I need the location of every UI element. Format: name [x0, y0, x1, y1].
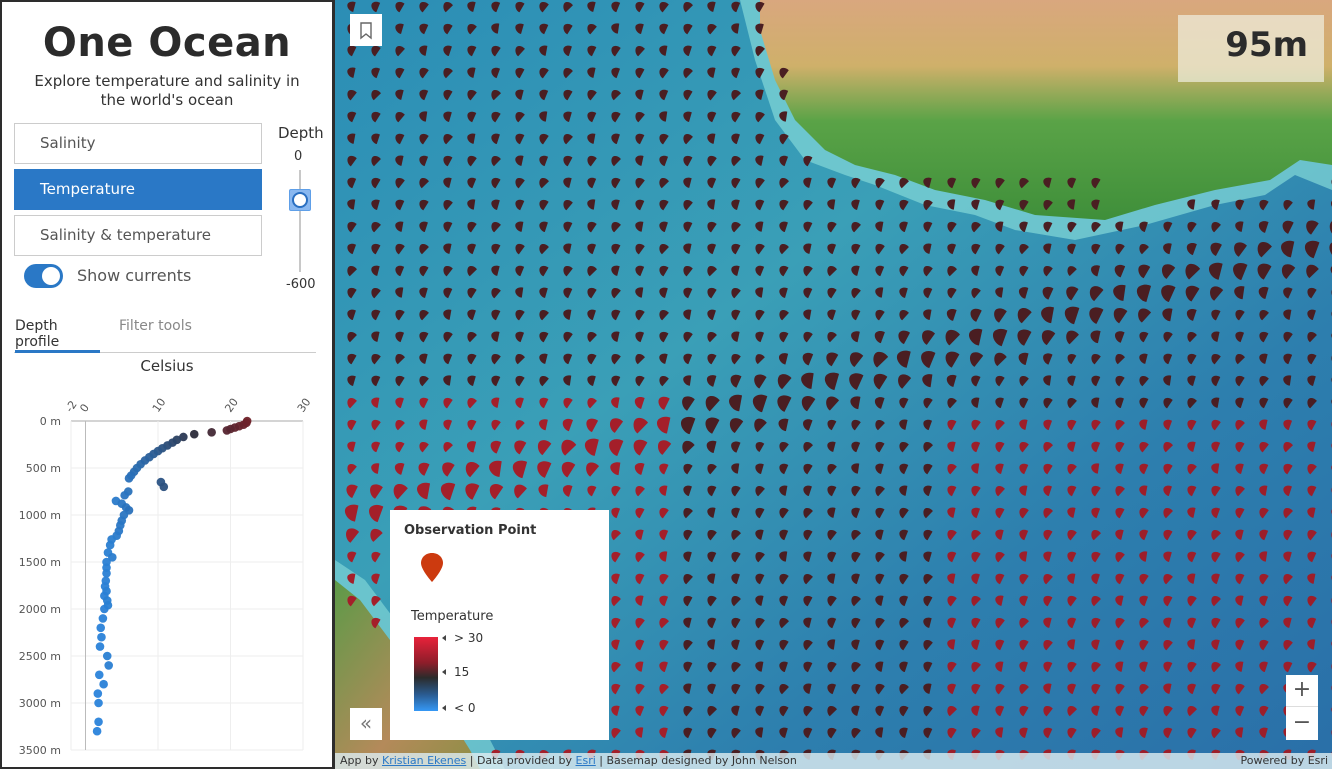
data-point: [99, 679, 108, 689]
panel-tabs: Depth profile Filter tools: [14, 316, 316, 353]
y-tick-label: 3000 m: [19, 697, 61, 710]
x-tick-label: 10: [150, 396, 169, 415]
show-currents-toggle[interactable]: [24, 264, 63, 288]
data-point: [102, 568, 111, 578]
tick-icon: [442, 669, 446, 675]
legend-label-low-text: < 0: [454, 701, 476, 715]
data-point: [93, 689, 103, 698]
plus-icon: +: [1292, 677, 1312, 702]
powered-by-esri: Powered by Esri: [1240, 754, 1328, 767]
depth-readout: 95m: [1178, 15, 1324, 82]
double-chevron-left-icon: «: [359, 711, 373, 735]
salinity-mode-button[interactable]: Salinity: [14, 123, 262, 164]
data-point: [105, 540, 115, 550]
data-point: [97, 632, 106, 642]
app-subtitle: Explore temperature and salinity in the …: [34, 72, 300, 109]
temperature-mode-button[interactable]: Temperature: [14, 169, 262, 210]
depth-slider-min-label: -600: [286, 277, 316, 292]
attribution-app-prefix: App by: [340, 754, 382, 767]
zoom-in-button[interactable]: +: [1286, 675, 1318, 707]
data-point: [95, 642, 105, 651]
app-root: One Ocean Explore temperature and salini…: [0, 0, 1332, 769]
map-attribution: App by Kristian Ekenes | Data provided b…: [335, 753, 1332, 769]
side-panel: One Ocean Explore temperature and salini…: [0, 0, 335, 769]
salinity-temperature-mode-button[interactable]: Salinity & temperature: [14, 215, 262, 256]
data-point: [189, 429, 199, 439]
data-point: [94, 670, 104, 680]
bookmark-icon: [360, 22, 372, 40]
data-point: [92, 726, 102, 736]
show-currents-label: Show currents: [77, 266, 192, 285]
y-tick-label: 2500 m: [19, 650, 61, 663]
toggle-knob: [42, 267, 60, 285]
legend-label-low: < 0: [442, 701, 476, 715]
y-tick-label: 500 m: [26, 462, 61, 475]
bookmarks-button[interactable]: [350, 14, 382, 46]
data-point: [100, 604, 109, 614]
app-title: One Ocean: [42, 20, 292, 66]
depth-readout-value: 95m: [1225, 25, 1308, 65]
zoom-out-button[interactable]: −: [1286, 708, 1318, 740]
tick-icon: [442, 635, 446, 641]
legend-label-high-text: > 30: [454, 631, 484, 645]
map-legend: Observation Point Temperature > 30 15 < …: [390, 510, 609, 740]
y-tick-label: 1500 m: [19, 556, 61, 569]
tab-depth-profile[interactable]: Depth profile: [15, 318, 100, 353]
data-point: [104, 661, 113, 670]
data-point: [98, 614, 108, 623]
minus-icon: −: [1292, 710, 1312, 735]
x-tick-label: 20: [222, 396, 241, 415]
legend-label-mid-text: 15: [454, 665, 470, 679]
legend-label-mid: 15: [442, 665, 469, 679]
data-point: [159, 482, 169, 492]
depth-slider-thumb[interactable]: [289, 188, 311, 211]
author-link[interactable]: Kristian Ekenes: [382, 754, 466, 767]
data-point: [207, 427, 216, 437]
depth-profile-chart: 0 m 500 m 1000 m 1500 m 2000 m 2500 m 3000 m 35…: [19, 396, 314, 757]
tab-filter-tools[interactable]: Filter tools: [119, 318, 192, 353]
y-tick-label: 3500 m: [19, 744, 61, 757]
depth-slider-label: Depth: [278, 124, 324, 142]
collapse-panel-button[interactable]: «: [350, 708, 382, 740]
data-point: [94, 698, 103, 708]
x-tick-label: 30: [295, 396, 314, 415]
zoom-control: + −: [1286, 675, 1318, 740]
data-point: [94, 717, 103, 727]
chart-title: Celsius: [140, 357, 194, 375]
temperature-color-ramp: [414, 637, 438, 711]
data-point: [96, 623, 106, 633]
y-tick-label: 1000 m: [19, 509, 61, 522]
y-tick-label: 2000 m: [19, 603, 61, 616]
data-point: [120, 490, 129, 500]
y-tick-label: 0 m: [40, 415, 61, 428]
depth-slider-max-label: 0: [294, 149, 303, 164]
map-view[interactable]: 95m Observation Point Temperature > 30 1…: [335, 0, 1332, 769]
tick-icon: [442, 705, 446, 711]
depth-slider-track[interactable]: [299, 170, 301, 272]
legend-label-high: > 30: [442, 631, 483, 645]
x-tick-label: 0: [77, 402, 92, 415]
legend-observation-title: Observation Point: [404, 523, 537, 538]
legend-temperature-title: Temperature: [411, 609, 494, 624]
esri-link[interactable]: Esri: [576, 754, 596, 767]
attribution-data-prefix: | Data provided by: [466, 754, 576, 767]
attribution-basemap: | Basemap designed by John Nelson: [595, 754, 797, 767]
data-point: [222, 426, 232, 435]
data-point: [124, 474, 134, 483]
map-pin-icon: [421, 553, 443, 582]
depth-slider-handle: [292, 191, 308, 208]
data-point: [102, 651, 112, 661]
